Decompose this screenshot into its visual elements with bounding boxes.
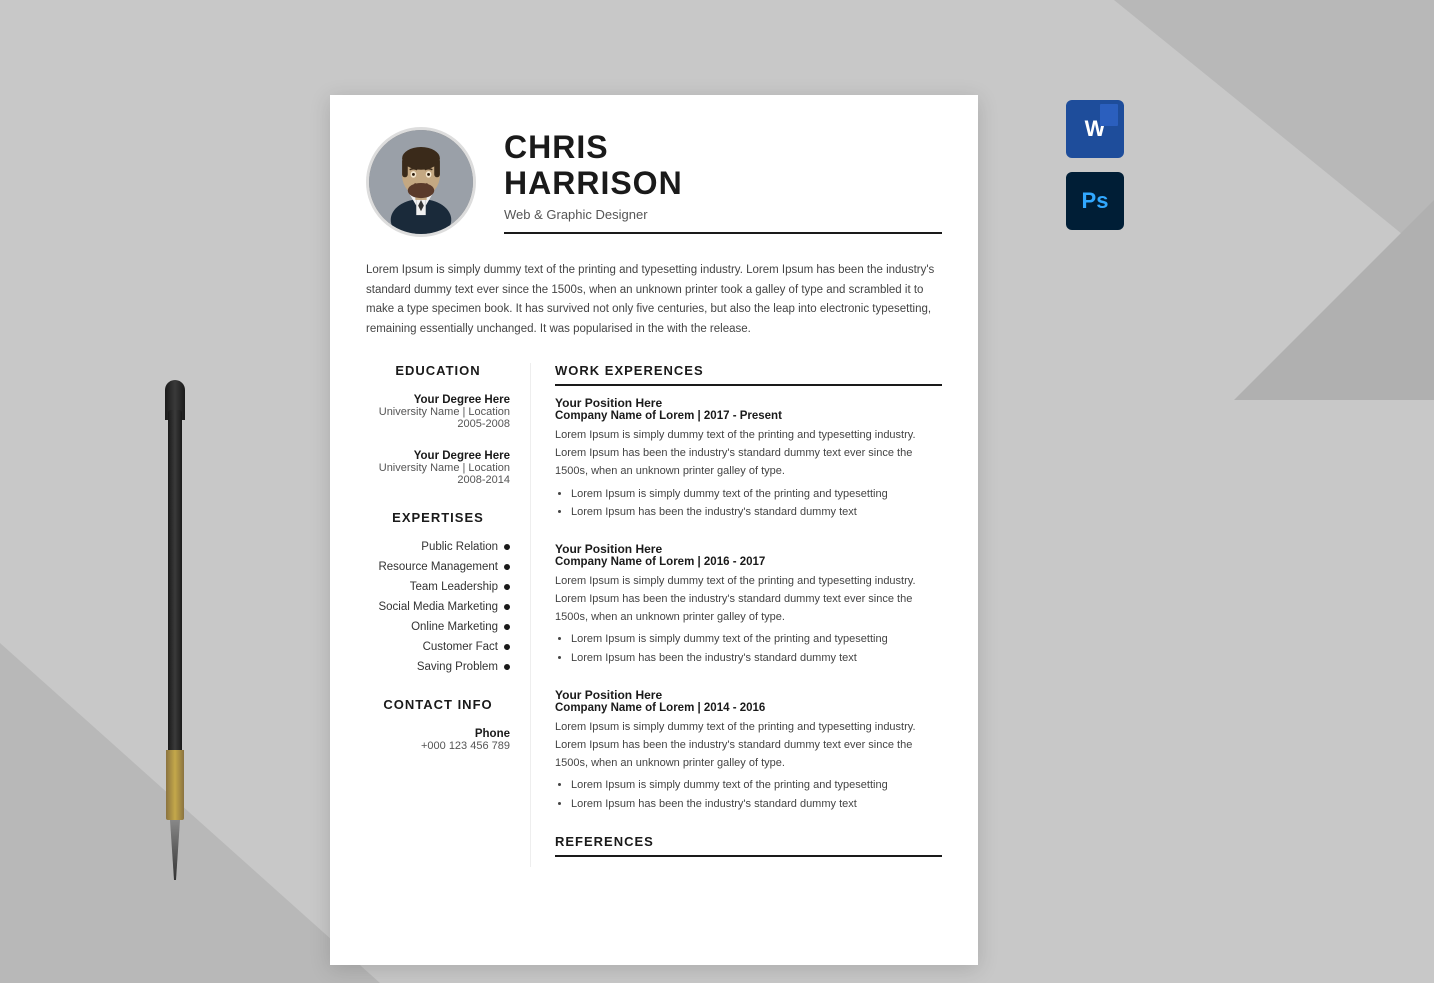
name-section: CHRIS HARRISON Web & Graphic Designer — [504, 130, 942, 233]
avatar-image — [369, 127, 473, 237]
expertise-item-7: Saving Problem — [366, 661, 510, 673]
pen-body — [168, 410, 182, 790]
main-content: EDUCATION Your Degree Here University Na… — [330, 363, 978, 896]
resume-container: CHRIS HARRISON Web & Graphic Designer Lo… — [330, 95, 978, 965]
job-title: Web & Graphic Designer — [504, 207, 942, 222]
education-section: EDUCATION Your Degree Here University Na… — [366, 363, 510, 486]
ps-label: Ps — [1082, 188, 1109, 214]
bullet-1-2: Lorem Ipsum has been the industry's stan… — [571, 503, 942, 522]
bullet-1-1: Lorem Ipsum is simply dummy text of the … — [571, 485, 942, 504]
expertise-item-5: Online Marketing — [366, 621, 510, 633]
edu-degree-2: Your Degree Here — [366, 450, 510, 462]
pen-grip — [166, 760, 184, 820]
bullet-2-2: Lorem Ipsum has been the industry's stan… — [571, 649, 942, 668]
work-company-3: Company Name of Lorem | 2014 - 2016 — [555, 702, 942, 714]
expertise-label-4: Social Media Marketing — [378, 601, 498, 613]
work-desc-3: Lorem Ipsum is simply dummy text of the … — [555, 718, 942, 772]
phone-label: Phone — [366, 728, 510, 740]
bio-text: Lorem Ipsum is simply dummy text of the … — [330, 261, 978, 363]
expertise-item-2: Resource Management — [366, 561, 510, 573]
expertise-dot-6 — [504, 644, 510, 650]
phone-value: +000 123 456 789 — [366, 740, 510, 752]
work-company-1: Company Name of Lorem | 2017 - Present — [555, 410, 942, 422]
bullet-2-1: Lorem Ipsum is simply dummy text of the … — [571, 630, 942, 649]
edu-year-2: 2008-2014 — [366, 474, 510, 486]
ps-icon[interactable]: Ps — [1066, 172, 1124, 230]
name-last: HARRISON — [504, 166, 942, 201]
expertise-label-1: Public Relation — [421, 541, 498, 553]
contact-section: CONTACT INFO Phone +000 123 456 789 — [366, 697, 510, 752]
app-icons: W Ps — [1066, 100, 1124, 230]
expertise-dot-2 — [504, 564, 510, 570]
expertise-label-2: Resource Management — [378, 561, 498, 573]
work-bullets-1: Lorem Ipsum is simply dummy text of the … — [555, 485, 942, 522]
edu-degree-1: Your Degree Here — [366, 394, 510, 406]
expertise-item-3: Team Leadership — [366, 581, 510, 593]
work-item-3: Your Position Here Company Name of Lorem… — [555, 688, 942, 814]
expertise-dot-4 — [504, 604, 510, 610]
expertise-dot-1 — [504, 544, 510, 550]
edu-year-1: 2005-2008 — [366, 418, 510, 430]
expertise-label-3: Team Leadership — [410, 581, 498, 593]
expertise-section: EXPERTISES Public Relation Resource Mana… — [366, 510, 510, 673]
edu-item-2: Your Degree Here University Name | Locat… — [366, 450, 510, 486]
work-company-2: Company Name of Lorem | 2016 - 2017 — [555, 556, 942, 568]
work-position-3: Your Position Here — [555, 688, 942, 702]
references-section: REFERENCES — [555, 834, 942, 857]
work-title: WORK EXPERENCES — [555, 363, 942, 386]
expertise-label-7: Saving Problem — [417, 661, 498, 673]
right-column: WORK EXPERENCES Your Position Here Compa… — [530, 363, 978, 866]
expertise-label-5: Online Marketing — [411, 621, 498, 633]
resume-header: CHRIS HARRISON Web & Graphic Designer — [330, 95, 978, 261]
work-section: WORK EXPERENCES Your Position Here Compa… — [555, 363, 942, 813]
contact-phone: Phone +000 123 456 789 — [366, 728, 510, 752]
work-desc-2: Lorem Ipsum is simply dummy text of the … — [555, 572, 942, 626]
pen-tip — [170, 820, 180, 880]
work-position-1: Your Position Here — [555, 396, 942, 410]
expertise-item-6: Customer Fact — [366, 641, 510, 653]
pen-decoration — [160, 380, 190, 900]
work-item-2: Your Position Here Company Name of Lorem… — [555, 542, 942, 668]
edu-item-1: Your Degree Here University Name | Locat… — [366, 394, 510, 430]
expertise-item-4: Social Media Marketing — [366, 601, 510, 613]
bg-shape-top-right — [1114, 0, 1434, 260]
expertises-title: EXPERTISES — [366, 510, 510, 525]
bg-shape-bottom-left — [0, 643, 380, 983]
edu-school-1: University Name | Location — [366, 406, 510, 418]
name-first: CHRIS — [504, 130, 942, 165]
expertise-dot-7 — [504, 664, 510, 670]
contact-title: CONTACT INFO — [366, 697, 510, 712]
bullet-3-2: Lorem Ipsum has been the industry's stan… — [571, 795, 942, 814]
expertise-item-1: Public Relation — [366, 541, 510, 553]
word-label: W — [1085, 116, 1106, 142]
references-title: REFERENCES — [555, 834, 942, 857]
word-icon[interactable]: W — [1066, 100, 1124, 158]
work-desc-1: Lorem Ipsum is simply dummy text of the … — [555, 426, 942, 480]
work-bullets-2: Lorem Ipsum is simply dummy text of the … — [555, 630, 942, 667]
work-position-2: Your Position Here — [555, 542, 942, 556]
bullet-3-1: Lorem Ipsum is simply dummy text of the … — [571, 776, 942, 795]
expertise-label-6: Customer Fact — [423, 641, 498, 653]
expertise-dot-3 — [504, 584, 510, 590]
bg-shape-mid-right — [1234, 200, 1434, 400]
left-column: EDUCATION Your Degree Here University Na… — [330, 363, 530, 866]
work-item-1: Your Position Here Company Name of Lorem… — [555, 396, 942, 522]
expertise-dot-5 — [504, 624, 510, 630]
education-title: EDUCATION — [366, 363, 510, 378]
avatar — [366, 127, 476, 237]
work-bullets-3: Lorem Ipsum is simply dummy text of the … — [555, 776, 942, 813]
edu-school-2: University Name | Location — [366, 462, 510, 474]
